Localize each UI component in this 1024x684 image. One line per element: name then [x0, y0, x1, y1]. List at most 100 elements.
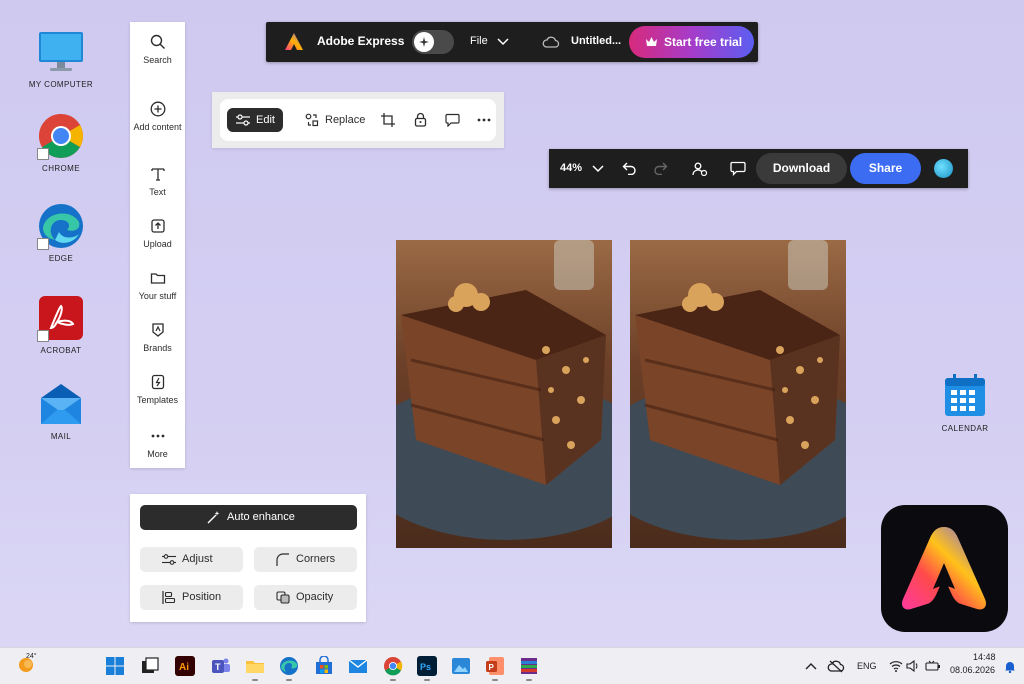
battery-icon[interactable] [925, 660, 941, 672]
toggle-knob [414, 32, 434, 52]
rail-item-text[interactable]: Text [130, 166, 185, 198]
file-explorer-icon[interactable] [245, 656, 265, 676]
monitor-icon [37, 28, 85, 76]
start-free-trial-button[interactable]: Start free trial [629, 26, 754, 58]
desktop-icon-edge[interactable]: EDGE [21, 202, 101, 263]
shortcut-arrow-icon [37, 148, 49, 160]
svg-text:Ai: Ai [179, 662, 189, 673]
align-icon [162, 591, 176, 604]
chevron-down-icon[interactable] [497, 37, 509, 47]
running-indicator [492, 679, 498, 681]
replace-button[interactable]: Replace [325, 114, 365, 126]
share-button[interactable]: Share [850, 153, 921, 184]
rail-item-search[interactable]: Search [130, 34, 185, 66]
canvas-image-right[interactable] [630, 240, 846, 548]
winrar-icon[interactable] [519, 656, 539, 676]
more-options-icon[interactable] [477, 118, 491, 122]
wifi-icon[interactable] [889, 660, 903, 672]
opacity-icon [276, 591, 290, 604]
clock-date[interactable]: 08.06.2026 [950, 665, 995, 675]
document-title[interactable]: Untitled... [571, 35, 621, 47]
onedrive-sync-icon[interactable] [827, 659, 845, 673]
crop-icon[interactable] [381, 113, 395, 127]
store-icon[interactable] [314, 656, 334, 676]
taskbar: 24° Ai T Ps P ENG 14:48 08.06.2026 [0, 647, 1024, 684]
running-indicator [286, 679, 292, 681]
chevron-down-icon[interactable] [592, 164, 604, 174]
edit-label: Edit [256, 114, 275, 126]
comment-icon[interactable] [445, 113, 460, 127]
lock-icon[interactable] [414, 112, 427, 127]
edge-icon[interactable] [279, 656, 299, 676]
desktop-icon-label: EDGE [48, 254, 74, 263]
rail-item-templates[interactable]: Templates [130, 374, 185, 406]
rail-item-label: Search [143, 55, 172, 65]
chevron-up-icon[interactable] [805, 661, 817, 671]
rail-item-more[interactable]: More [130, 428, 185, 460]
svg-text:P: P [489, 663, 495, 672]
adobe-express-app-icon[interactable] [881, 505, 1008, 632]
file-menu[interactable]: File [470, 35, 488, 47]
rail-item-label: More [147, 449, 168, 459]
zoom-level[interactable]: 44% [560, 162, 582, 174]
weather-temp: 24° [26, 653, 37, 660]
sliders-icon [162, 554, 176, 565]
volume-icon[interactable] [906, 660, 920, 672]
download-button[interactable]: Download [756, 153, 847, 184]
adjust-button[interactable]: Adjust [140, 547, 243, 572]
invite-icon[interactable] [692, 161, 708, 177]
sparkle-icon [419, 37, 429, 47]
position-button[interactable]: Position [140, 585, 243, 610]
sliders-icon [236, 114, 250, 126]
generative-toggle[interactable] [412, 30, 454, 54]
desktop-icon-acrobat[interactable]: ACROBAT [21, 294, 101, 355]
opacity-label: Opacity [296, 591, 334, 603]
auto-enhance-label: Auto enhance [227, 511, 295, 523]
rail-item-brands[interactable]: Brands [130, 322, 185, 354]
running-indicator [390, 679, 396, 681]
adjust-label: Adjust [182, 553, 213, 565]
undo-icon[interactable] [622, 161, 637, 175]
mail-icon[interactable] [348, 656, 368, 676]
search-icon [150, 34, 165, 49]
rail-item-upload[interactable]: Upload [130, 218, 185, 250]
svg-text:Ps: Ps [420, 662, 431, 672]
teams-icon[interactable]: T [211, 656, 231, 676]
rail-item-add-content[interactable]: Add content [130, 101, 185, 133]
acrobat-icon [37, 294, 85, 342]
task-view-icon[interactable] [140, 656, 160, 676]
notification-bell-icon[interactable] [1004, 660, 1016, 673]
illustrator-icon[interactable]: Ai [175, 656, 195, 676]
desktop-icon-chrome[interactable]: CHROME [21, 112, 101, 173]
chrome-icon[interactable] [383, 656, 403, 676]
clock-time[interactable]: 14:48 [973, 652, 996, 662]
desktop-icon-mail[interactable]: MAIL [21, 380, 101, 441]
photos-icon[interactable] [451, 656, 471, 676]
rail-item-label: Templates [136, 395, 179, 405]
desktop-icon-my-computer[interactable]: MY COMPUTER [21, 28, 101, 89]
edit-button[interactable]: Edit [227, 108, 283, 132]
more-icon [151, 434, 164, 438]
avatar[interactable] [934, 159, 953, 178]
comment-icon[interactable] [730, 161, 746, 176]
redo-icon[interactable] [653, 161, 668, 175]
rail-item-label: Text [149, 187, 166, 197]
photoshop-icon[interactable]: Ps [417, 656, 437, 676]
file-menu-label: File [470, 35, 488, 47]
canvas-image-left[interactable] [396, 240, 612, 548]
replace-icon[interactable] [305, 113, 319, 127]
auto-enhance-button[interactable]: Auto enhance [140, 505, 357, 530]
language-indicator[interactable]: ENG [857, 661, 877, 671]
corner-radius-icon [276, 553, 289, 566]
cloud-icon[interactable] [542, 35, 560, 49]
windows-start-icon[interactable] [105, 656, 125, 676]
desktop-icon-label: CHROME [42, 164, 80, 173]
desktop-icon-label: CALENDAR [941, 424, 989, 433]
adobe-express-logo-icon[interactable] [284, 32, 304, 52]
desktop-icon-calendar[interactable]: CALENDAR [925, 372, 1005, 433]
powerpoint-icon[interactable]: P [485, 656, 505, 676]
rail-item-your-stuff[interactable]: Your stuff [130, 270, 185, 302]
calendar-icon [941, 372, 989, 420]
corners-button[interactable]: Corners [254, 547, 357, 572]
opacity-button[interactable]: Opacity [254, 585, 357, 610]
